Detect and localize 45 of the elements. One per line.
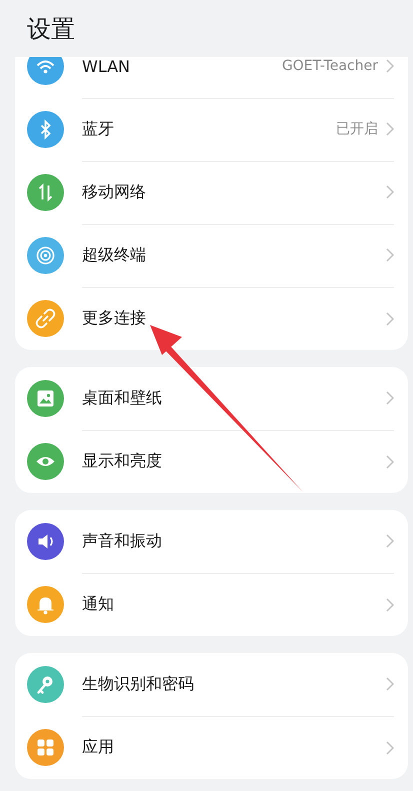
concentric-circles-icon — [27, 237, 64, 274]
bluetooth-icon — [27, 111, 64, 148]
settings-row[interactable]: 声音和振动 — [15, 510, 408, 573]
eye-icon — [27, 443, 64, 480]
link-icon — [27, 300, 64, 337]
row-value: GOET-Teacher — [282, 58, 378, 74]
chevron-icon — [386, 598, 394, 612]
settings-row[interactable]: WLAN GOET-Teacher — [15, 57, 408, 98]
grid-icon — [27, 729, 64, 766]
chevron-icon — [386, 185, 394, 199]
row-label: 超级终端 — [82, 244, 147, 266]
chevron-icon — [386, 740, 394, 754]
row-label: 显示和亮度 — [82, 451, 163, 472]
key-icon — [27, 666, 64, 703]
chevron-icon — [386, 122, 394, 136]
up-down-arrows-icon — [27, 174, 64, 211]
bell-icon — [27, 586, 64, 623]
row-label: WLAN — [82, 57, 132, 76]
settings-row[interactable]: 应用 — [15, 716, 408, 779]
row-label: 生物识别和密码 — [82, 674, 195, 694]
chevron-icon — [386, 454, 394, 468]
row-label: 桌面和壁纸 — [82, 388, 163, 408]
settings-row[interactable]: 更多连接 — [15, 287, 408, 350]
row-label: 声音和振动 — [82, 530, 163, 552]
chevron-icon — [386, 312, 394, 326]
settings-row[interactable]: 超级终端 — [15, 224, 408, 287]
row-label: 应用 — [82, 737, 115, 758]
page-title: 设置 — [27, 14, 75, 44]
row-label: 通知 — [82, 594, 115, 615]
row-label: 更多连接 — [82, 308, 147, 329]
row-label: 移动网络 — [82, 182, 147, 202]
settings-row[interactable]: 生物识别和密码 — [15, 653, 408, 716]
image-icon — [27, 380, 64, 417]
row-label: 蓝牙 — [82, 118, 115, 140]
settings-row[interactable]: 显示和亮度 — [15, 430, 408, 493]
chevron-icon — [386, 391, 394, 405]
chevron-icon — [386, 248, 394, 262]
chevron-icon — [386, 677, 394, 691]
row-value: 已开启 — [336, 120, 378, 138]
settings-row[interactable]: 通知 — [15, 573, 408, 636]
settings-row[interactable]: 移动网络 — [15, 161, 408, 224]
speaker-icon — [27, 523, 64, 560]
settings-row[interactable]: 蓝牙 已开启 — [15, 98, 408, 161]
chevron-icon — [386, 59, 394, 73]
chevron-icon — [386, 534, 394, 548]
